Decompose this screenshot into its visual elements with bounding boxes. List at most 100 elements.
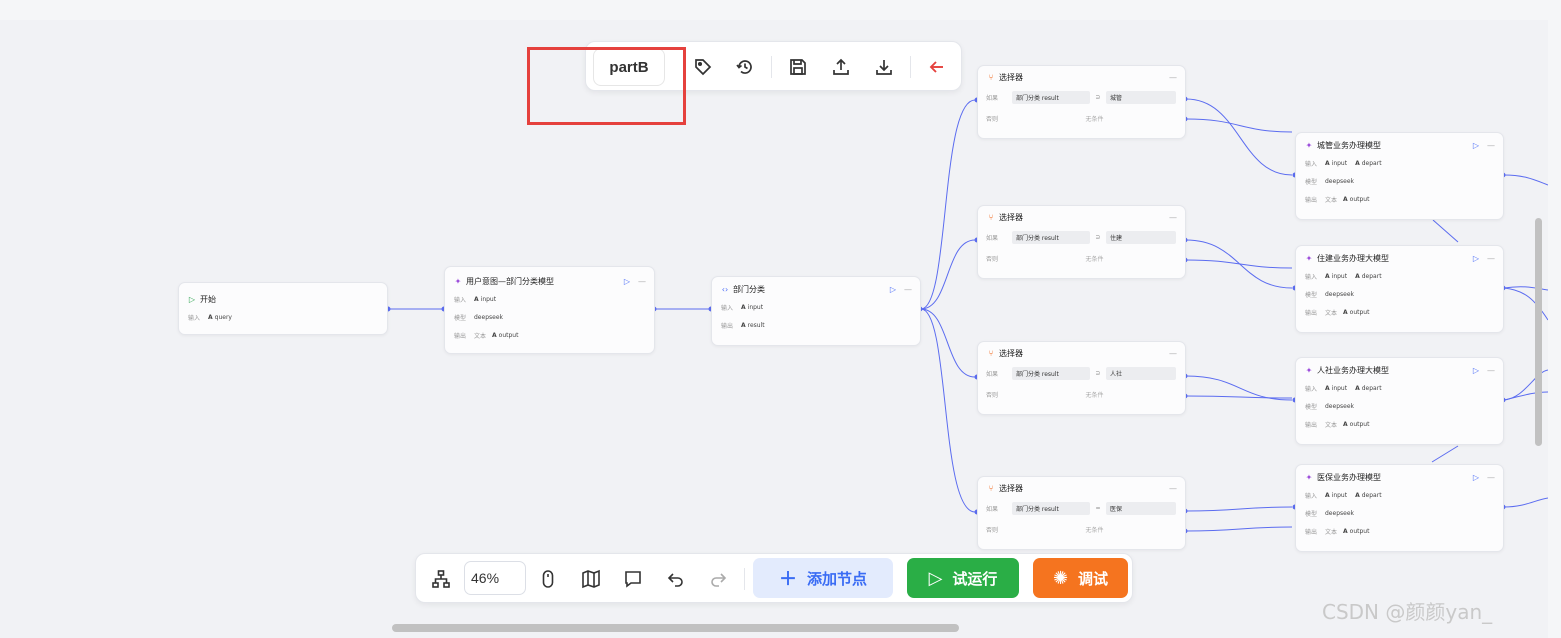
input-label: 输入	[1305, 385, 1318, 393]
business-model-node[interactable]: ✦ 医保业务办理模型 ▷ — 输入 Ainput Adepart 模型 deep…	[1295, 464, 1504, 552]
model-label: 模型	[1305, 291, 1318, 299]
selector-node[interactable]: ⑂ 选择器 — 如果 部门分类 result ⊇ 城管 否则 无条件	[977, 65, 1186, 139]
model-label: 模型	[1305, 510, 1318, 518]
if-label: 如果	[986, 370, 999, 378]
variable-tag: Adepart	[1355, 272, 1382, 280]
edge	[1185, 506, 1293, 512]
node-title: 城管业务办理模型	[1317, 140, 1381, 150]
history-icon[interactable]	[733, 55, 757, 79]
node-title: 选择器	[999, 212, 1023, 222]
run-node-icon[interactable]: ▷	[1473, 366, 1479, 375]
highlight-annotation	[527, 47, 686, 125]
more-icon[interactable]: —	[1169, 349, 1177, 358]
input-label: 输入	[188, 314, 201, 322]
add-node-button[interactable]: ＋ 添加节点	[753, 558, 893, 598]
variable-tag: Ainput	[741, 303, 764, 311]
more-icon[interactable]: —	[1487, 366, 1495, 375]
more-icon[interactable]: —	[1169, 484, 1177, 493]
more-icon[interactable]: —	[1169, 213, 1177, 222]
selector-node[interactable]: ⑂ 选择器 — 如果 部门分类 result = 医保 否则 无条件	[977, 476, 1186, 550]
bug-icon: ✺	[1052, 567, 1069, 589]
input-label: 输入	[1305, 160, 1318, 168]
zoom-input[interactable]: 46%	[464, 561, 526, 595]
branch-icon: ⑂	[988, 72, 994, 82]
model-name: deepseek	[1325, 509, 1354, 517]
condition-variable[interactable]: 部门分类 result	[1012, 230, 1090, 244]
vertical-scrollbar[interactable]	[1535, 218, 1542, 446]
edge	[1431, 445, 1459, 463]
input-label: 输入	[721, 304, 734, 312]
variable-tag: Aquery	[208, 313, 232, 321]
condition-variable[interactable]: 部门分类 result	[1012, 90, 1090, 104]
edge	[1185, 526, 1293, 532]
condition-value[interactable]: 城管	[1106, 90, 1176, 104]
tag-icon[interactable]	[691, 55, 715, 79]
business-model-node[interactable]: ✦ 人社业务办理大模型 ▷ — 输入 Ainput Adepart 模型 dee…	[1295, 357, 1504, 445]
model-name: deepseek	[1325, 402, 1354, 410]
trial-run-button[interactable]: ▷ 试运行	[907, 558, 1019, 598]
edge	[920, 239, 976, 310]
text-label: 文本	[474, 332, 487, 340]
redo-icon[interactable]	[705, 566, 731, 592]
dept-classify-node[interactable]: ‹› 部门分类 ▷ — 输入 Ainput 输出 Aresult	[711, 276, 921, 346]
llm-icon: ✦	[1305, 365, 1313, 375]
map-icon[interactable]	[578, 566, 604, 592]
debug-button[interactable]: ✺ 调试	[1033, 558, 1128, 598]
comment-icon[interactable]	[620, 566, 646, 592]
more-icon[interactable]: —	[904, 285, 912, 294]
more-icon[interactable]: —	[638, 277, 646, 286]
variable-tag: Adepart	[1355, 491, 1382, 499]
condition-variable[interactable]: 部门分类 result	[1012, 501, 1090, 515]
exit-arrow-icon[interactable]	[925, 55, 949, 79]
node-title: 用户意图—部门分类模型	[466, 276, 554, 286]
condition-value[interactable]: 医保	[1106, 501, 1176, 515]
variable-tag: Aoutput	[492, 331, 519, 339]
more-icon[interactable]: —	[1487, 473, 1495, 482]
run-node-icon[interactable]: ▷	[890, 285, 896, 294]
upload-icon[interactable]	[829, 55, 853, 79]
more-icon[interactable]: —	[1487, 141, 1495, 150]
horizontal-scrollbar[interactable]	[392, 624, 959, 632]
workflow-canvas[interactable]: ▷ 开始 输入 Aquery ✦ 用户意图—部门分类模型 ▷ — 输入 Ainp…	[0, 20, 1548, 638]
run-node-icon[interactable]: ▷	[624, 277, 630, 286]
layout-tree-icon[interactable]	[428, 566, 454, 592]
selector-node[interactable]: ⑂ 选择器 — 如果 部门分类 result ⊇ 住建 否则 无条件	[977, 205, 1186, 279]
else-label: 否则	[986, 115, 999, 123]
node-title: 选择器	[999, 72, 1023, 82]
play-icon: ▷	[188, 294, 196, 304]
run-node-icon[interactable]: ▷	[1473, 254, 1479, 263]
run-node-icon[interactable]: ▷	[1473, 473, 1479, 482]
equals-icon: ⊇	[1095, 369, 1101, 377]
download-icon[interactable]	[872, 55, 896, 79]
intent-model-node[interactable]: ✦ 用户意图—部门分类模型 ▷ — 输入 Ainput 模型 deepseek …	[444, 266, 655, 354]
undo-icon[interactable]	[663, 566, 689, 592]
run-node-icon[interactable]: ▷	[1473, 141, 1479, 150]
watermark: CSDN @颜颜yan_	[1322, 600, 1493, 624]
mouse-icon[interactable]	[535, 566, 561, 592]
edge	[920, 99, 976, 310]
model-label: 模型	[1305, 178, 1318, 186]
edge	[1185, 395, 1293, 399]
condition-variable[interactable]: 部门分类 result	[1012, 366, 1090, 380]
more-icon[interactable]: —	[1487, 254, 1495, 263]
variable-tag: Ainput	[1325, 491, 1348, 499]
more-icon[interactable]: —	[1169, 73, 1177, 82]
condition-value[interactable]: 人社	[1106, 366, 1176, 380]
node-title: 选择器	[999, 483, 1023, 493]
condition-value[interactable]: 住建	[1106, 230, 1176, 244]
add-node-label: 添加节点	[806, 569, 867, 588]
debug-label: 调试	[1078, 569, 1109, 588]
save-icon[interactable]	[786, 55, 810, 79]
model-name: deepseek	[1325, 290, 1354, 298]
else-label: 否则	[986, 526, 999, 534]
trial-run-label: 试运行	[952, 569, 998, 588]
output-label: 输出	[454, 332, 467, 340]
model-label: 模型	[1305, 403, 1318, 411]
business-model-node[interactable]: ✦ 城管业务办理模型 ▷ — 输入 Ainput Adepart 模型 deep…	[1295, 132, 1504, 220]
business-model-node[interactable]: ✦ 住建业务办理大模型 ▷ — 输入 Ainput Adepart 模型 dee…	[1295, 245, 1504, 333]
selector-node[interactable]: ⑂ 选择器 — 如果 部门分类 result ⊇ 人社 否则 无条件	[977, 341, 1186, 415]
start-node[interactable]: ▷ 开始 输入 Aquery	[178, 282, 388, 335]
branch-icon: ⑂	[988, 212, 994, 222]
llm-icon: ✦	[1305, 472, 1313, 482]
text-label: 文本	[1325, 196, 1338, 204]
